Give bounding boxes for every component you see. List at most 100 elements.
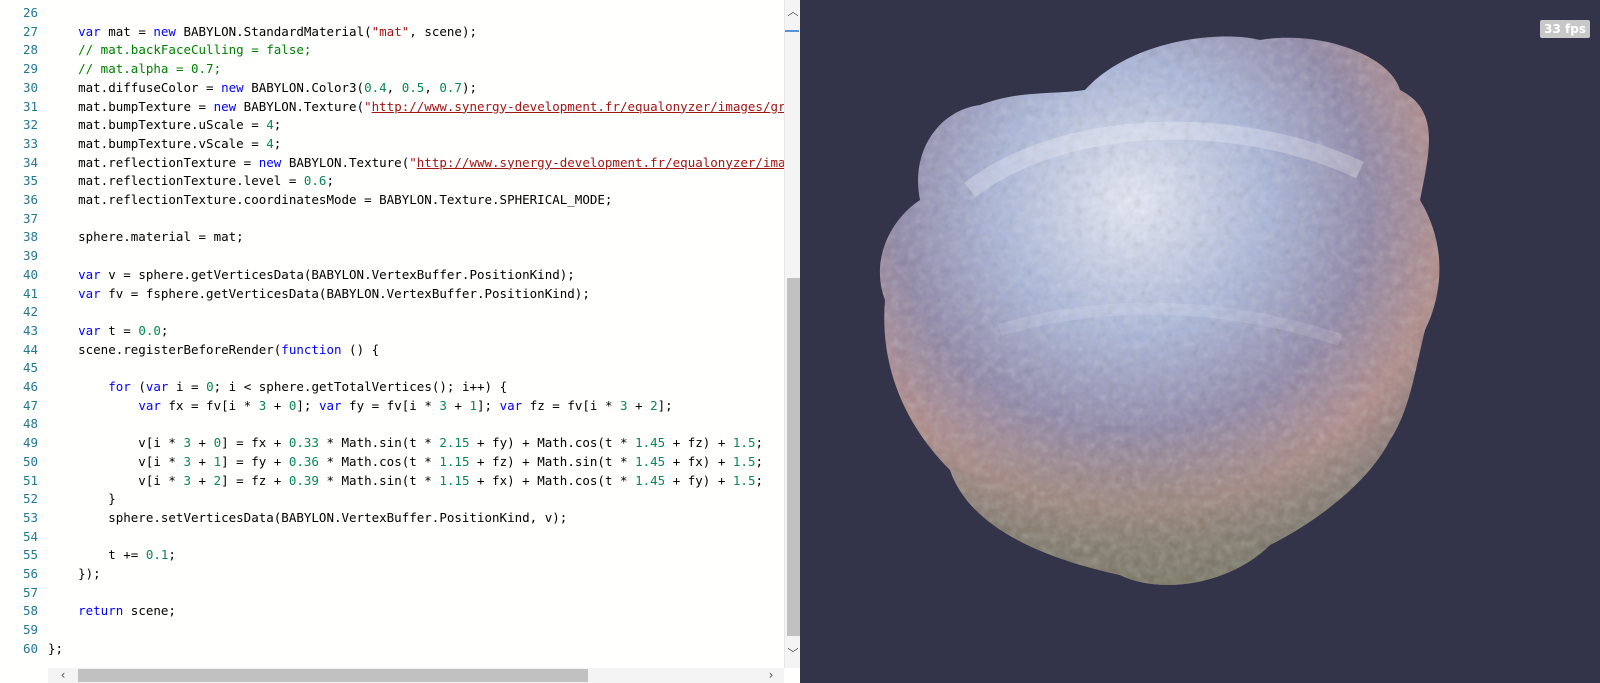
code-line[interactable]: // mat.backFaceCulling = false; [48,40,311,59]
code-token: fx = fv[i * [160,397,259,413]
code-token: + fz) + [665,435,733,451]
line-number: 39 [22,248,38,264]
code-token: new [258,154,282,170]
code-line[interactable]: scene.registerBeforeRender(function () { [48,340,379,359]
code-token: ; [273,117,282,133]
code-token: + fy) + [665,472,733,488]
code-line[interactable]: mat.bumpTexture.uScale = 4; [48,115,281,134]
code-token: 3 [439,397,447,413]
code-token: 4 [266,117,274,133]
chevron-right-icon[interactable]: › [764,668,778,683]
horizontal-scrollbar[interactable]: ‹ › [48,668,784,683]
line-number: 48 [22,416,38,432]
code-line[interactable]: mat.reflectionTexture.coordinatesMode = … [48,190,612,209]
code-line[interactable]: }; [48,639,63,658]
code-token: ; [755,435,764,451]
code-token: mat = [100,23,154,39]
code-token: 0.36 [288,453,319,469]
code-token[interactable]: http://www.synergy-development.fr/equalo… [417,155,784,170]
code-line[interactable]: }); [48,564,101,583]
line-number-gutter: 26 27 28 29 30 31 32 33 34 35 36 37 38 39 40 41 42 43 44 45… [0,0,42,683]
code-line[interactable]: var mat = new BABYLON.StandardMaterial("… [48,22,477,41]
line-number: 32 [22,117,38,133]
code-token: + fy) + Math.cos(t * [469,435,636,451]
code-token: * Math.cos(t * [318,453,440,469]
code-line[interactable]: mat.reflectionTexture = new BABYLON.Text… [48,153,784,172]
line-number: 55 [22,547,38,563]
code-token: new [221,79,244,95]
code-token: ( [130,379,146,394]
code-token: mat.bumpTexture.vScale = [48,135,267,151]
line-number: 51 [22,472,38,488]
code-line[interactable]: var fx = fv[i * 3 + 0]; var fy = fv[i * … [48,396,672,415]
code-token: ; i < sphere.getTotalVertices(); i++) { [213,379,508,394]
code-token: fv = fsphere.getVerticesData(BABYLON.Ver… [100,285,590,301]
vertical-scrollbar[interactable]: ︿ ﹀ [784,0,800,668]
code-line[interactable]: mat.reflectionTexture.level = 0.6; [48,171,334,190]
code-token: ; [755,472,764,488]
vertical-scroll-thumb[interactable] [787,278,800,636]
code-line[interactable]: mat.bumpTexture = new BABYLON.Texture("h… [48,97,784,116]
chevron-left-icon[interactable]: ‹ [56,668,70,683]
render-canvas[interactable]: 33 fps [800,0,1600,683]
code-token: , [424,79,440,95]
code-line[interactable]: v[i * 3 + 1] = fy + 0.36 * Math.cos(t * … [48,452,763,471]
code-line[interactable]: return scene; [48,601,176,620]
line-number: 46 [22,379,38,394]
code-line[interactable]: sphere.setVerticesData(BABYLON.VertexBuf… [48,508,567,527]
code-token: + [191,472,214,488]
code-token: 3 [183,453,191,469]
code-area[interactable]: var mat = new BABYLON.StandardMaterial("… [48,0,784,660]
code-token: t += [48,547,146,563]
code-line[interactable]: v[i * 3 + 2] = fz + 0.39 * Math.sin(t * … [48,471,763,490]
code-token: 1.45 [635,453,666,469]
code-token[interactable]: http://www.synergy-development.fr/equalo… [372,99,784,114]
code-token: + [191,453,214,469]
horizontal-scroll-thumb[interactable] [78,669,588,682]
code-line[interactable]: } [48,489,116,508]
line-number: 26 [22,5,38,20]
line-number: 45 [22,360,38,376]
code-token: BABYLON.Texture( [236,98,365,114]
code-line[interactable]: var v = sphere.getVerticesData(BABYLON.V… [48,265,575,284]
code-token: 0.7 [439,79,462,95]
code-token: 0.5 [401,79,425,95]
code-line[interactable]: // mat.alpha = 0.7; [48,59,221,78]
chevron-down-icon[interactable]: ﹀ [785,646,800,662]
code-token: * Math.sin(t * [318,435,440,451]
code-token: + [266,397,289,413]
line-number: 50 [22,453,38,469]
code-line[interactable]: for (var i = 0; i < sphere.getTotalVerti… [48,377,507,396]
code-line[interactable]: mat.diffuseColor = new BABYLON.Color3(0.… [48,78,477,97]
code-token: sphere.material = mat; [48,229,244,245]
line-number: 42 [22,304,38,320]
code-line[interactable]: v[i * 3 + 0] = fx + 0.33 * Math.sin(t * … [48,433,763,452]
line-number: 59 [22,622,38,638]
chevron-up-icon[interactable]: ︿ [785,4,800,20]
code-token: new [213,98,237,114]
code-token: + fx) + Math.cos(t * [469,472,636,488]
code-editor[interactable]: 26 27 28 29 30 31 32 33 34 35 36 37 38 39 40 41 42 43 44 45… [0,0,800,683]
code-token: }); [48,566,101,581]
code-line[interactable]: var fv = fsphere.getVerticesData(BABYLON… [48,284,590,303]
code-line[interactable]: t += 0.1; [48,545,176,564]
line-number: 52 [22,491,38,507]
code-token: mat.reflectionTexture.coordinatesMode = … [48,192,613,207]
line-number: 53 [22,509,38,525]
code-token: ]; [477,397,500,413]
line-number: 37 [22,210,38,226]
code-token: , [386,79,402,95]
code-token: v = sphere.getVerticesData(BABYLON.Verte… [100,266,575,282]
code-token: var [78,23,101,39]
code-token: BABYLON.Texture( [281,154,410,170]
line-number: 41 [22,285,38,301]
code-line[interactable]: sphere.material = mat; [48,227,244,246]
code-line[interactable]: mat.bumpTexture.vScale = 4; [48,134,281,153]
code-line[interactable]: var t = 0.0; [48,321,168,340]
